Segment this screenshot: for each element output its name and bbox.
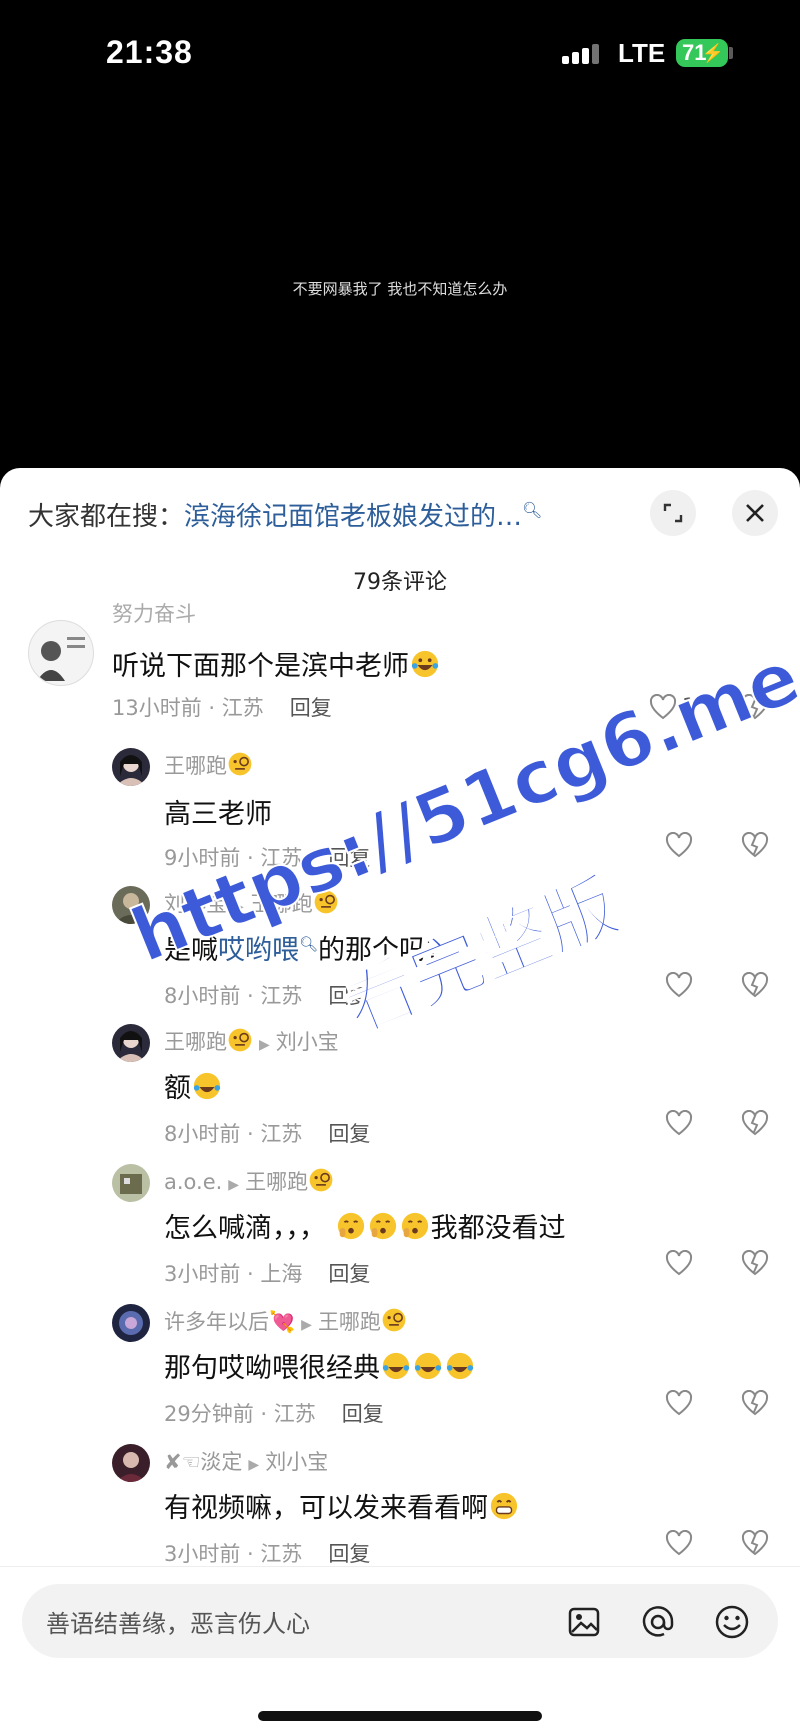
comment-meta: 8小时前 · 江苏 回复: [164, 1122, 371, 1146]
broken-heart-icon[interactable]: [741, 1250, 769, 1276]
comment-author[interactable]: 努力奋斗: [112, 598, 196, 628]
broken-heart-icon[interactable]: [741, 1530, 769, 1556]
comment-meta: 9小时前 · 江苏 回复: [164, 846, 371, 870]
close-button[interactable]: [732, 490, 778, 536]
avatar[interactable]: [112, 1444, 150, 1482]
comment-input-placeholder: 善语结善缘，恶言伤人心: [46, 1610, 310, 1638]
monocle-emoji-icon: [228, 1028, 252, 1052]
monocle-emoji-icon: [382, 1308, 406, 1332]
search-link[interactable]: 哎哟喂: [218, 935, 299, 966]
comment-time: 13小时前 · 江苏: [112, 696, 264, 720]
broken-heart-icon[interactable]: [741, 694, 769, 720]
comment-text: 有视频嘛，可以发来看看啊: [164, 1486, 520, 1525]
network-type: LTE: [618, 38, 666, 68]
comment-text: 高三老师: [164, 799, 272, 830]
heart-icon[interactable]: [665, 1110, 693, 1136]
expand-icon: [663, 503, 683, 523]
close-icon: [746, 504, 764, 522]
comment-count: 79条评论: [353, 570, 447, 595]
battery-icon: 71 ⚡: [676, 39, 728, 67]
at-mention-icon[interactable]: [640, 1604, 676, 1640]
broken-heart-icon[interactable]: [741, 1390, 769, 1416]
heart-icon[interactable]: [649, 694, 677, 720]
heart-icon[interactable]: [665, 832, 693, 858]
comment-author[interactable]: 刘小宝 ▶ 王哪跑: [164, 888, 339, 918]
comment-meta: 29分钟前 · 江苏 回复: [164, 1402, 384, 1426]
avatar[interactable]: [112, 886, 150, 924]
video-subtitle: 不要网暴我了 我也不知道怎么办: [292, 280, 508, 298]
reply-button[interactable]: 回复: [328, 984, 370, 1008]
comment-text: 听说下面那个是滨中老师: [112, 644, 441, 683]
reply-button[interactable]: 回复: [328, 1262, 370, 1286]
shushing-emoji-icon: [337, 1212, 364, 1240]
shushing-emoji-icon: [401, 1212, 428, 1240]
comment-meta: 8小时前 · 江苏 回复: [164, 984, 371, 1008]
monocle-emoji-icon: [309, 1168, 333, 1192]
comment-meta: 3小时前 · 江苏 回复: [164, 1542, 371, 1566]
emoji-icon[interactable]: [714, 1604, 750, 1640]
search-icon: 🔍︎: [522, 500, 543, 520]
heart-icon[interactable]: [665, 1530, 693, 1556]
like-count: 1: [682, 694, 696, 718]
comment-text: 那句哎呦喂很经典: [164, 1346, 476, 1385]
comment-text: 额: [164, 1066, 223, 1105]
monocle-emoji-icon: [314, 890, 338, 914]
trending-label: 大家都在搜：: [28, 502, 185, 532]
laugh-cry-emoji-icon: [382, 1352, 410, 1380]
avatar[interactable]: [28, 620, 94, 686]
trending-query[interactable]: 滨海徐记面馆老板娘发过的…: [184, 502, 522, 532]
laugh-cry-emoji-icon: [446, 1352, 474, 1380]
laugh-cry-emoji-icon: [414, 1352, 442, 1380]
home-indicator[interactable]: [258, 1711, 542, 1721]
battery-tip: [729, 47, 733, 59]
clock: 21:38: [106, 34, 193, 70]
search-icon: 🔍︎: [299, 935, 319, 953]
reply-button[interactable]: 回复: [342, 1402, 384, 1426]
heart-icon[interactable]: [665, 1390, 693, 1416]
monocle-emoji-icon: [228, 752, 252, 776]
comment-author[interactable]: 王哪跑: [164, 750, 253, 780]
avatar[interactable]: [112, 1304, 150, 1342]
comment-author[interactable]: ✘☜淡定 ▶ 刘小宝: [164, 1446, 328, 1476]
comment-author[interactable]: 王哪跑 ▶ 刘小宝: [164, 1026, 339, 1056]
comment-sheet: 大家都在搜：滨海徐记面馆老板娘发过的…🔍︎ 79条评论 努力奋斗 听说下面那个是…: [0, 468, 800, 1736]
broken-heart-icon[interactable]: [741, 1110, 769, 1136]
avatar[interactable]: [112, 1164, 150, 1202]
comment-input[interactable]: 善语结善缘，恶言伤人心: [22, 1584, 778, 1658]
reply-button[interactable]: 回复: [328, 1542, 370, 1566]
divider: [0, 1566, 800, 1567]
trending-search[interactable]: 大家都在搜：滨海徐记面馆老板娘发过的…🔍︎: [28, 496, 542, 533]
status-bar: 21:38 LTE 71 ⚡: [0, 0, 800, 110]
broken-heart-icon[interactable]: [741, 832, 769, 858]
reply-button[interactable]: 回复: [328, 1122, 370, 1146]
laugh-cry-emoji-icon: [193, 1072, 221, 1100]
comment-text: 是喊哎哟喂🔍︎的那个吗?: [164, 935, 441, 966]
image-icon[interactable]: [566, 1604, 602, 1640]
reply-button[interactable]: 回复: [290, 696, 332, 720]
expand-button[interactable]: [650, 490, 696, 536]
avatar[interactable]: [112, 748, 150, 786]
comment-author[interactable]: 许多年以后💘 ▶ 王哪跑: [164, 1306, 407, 1336]
laugh-cry-emoji-icon: [411, 650, 439, 678]
comment-meta: 3小时前 · 上海 回复: [164, 1262, 371, 1286]
reply-button[interactable]: 回复: [328, 846, 370, 870]
signal-icon: [562, 42, 606, 64]
shushing-emoji-icon: [369, 1212, 396, 1240]
avatar[interactable]: [112, 1024, 150, 1062]
comment-meta: 13小时前 · 江苏 回复: [112, 692, 332, 722]
heart-arrow-emoji-icon: 💘: [269, 1310, 296, 1334]
heart-icon[interactable]: [665, 1250, 693, 1276]
comment-author[interactable]: a.o.e. ▶ 王哪跑: [164, 1166, 334, 1196]
grin-emoji-icon: [490, 1492, 518, 1520]
broken-heart-icon[interactable]: [741, 972, 769, 998]
heart-icon[interactable]: [665, 972, 693, 998]
comment-text: 怎么喊滴，，， 我都没看过: [164, 1212, 566, 1244]
